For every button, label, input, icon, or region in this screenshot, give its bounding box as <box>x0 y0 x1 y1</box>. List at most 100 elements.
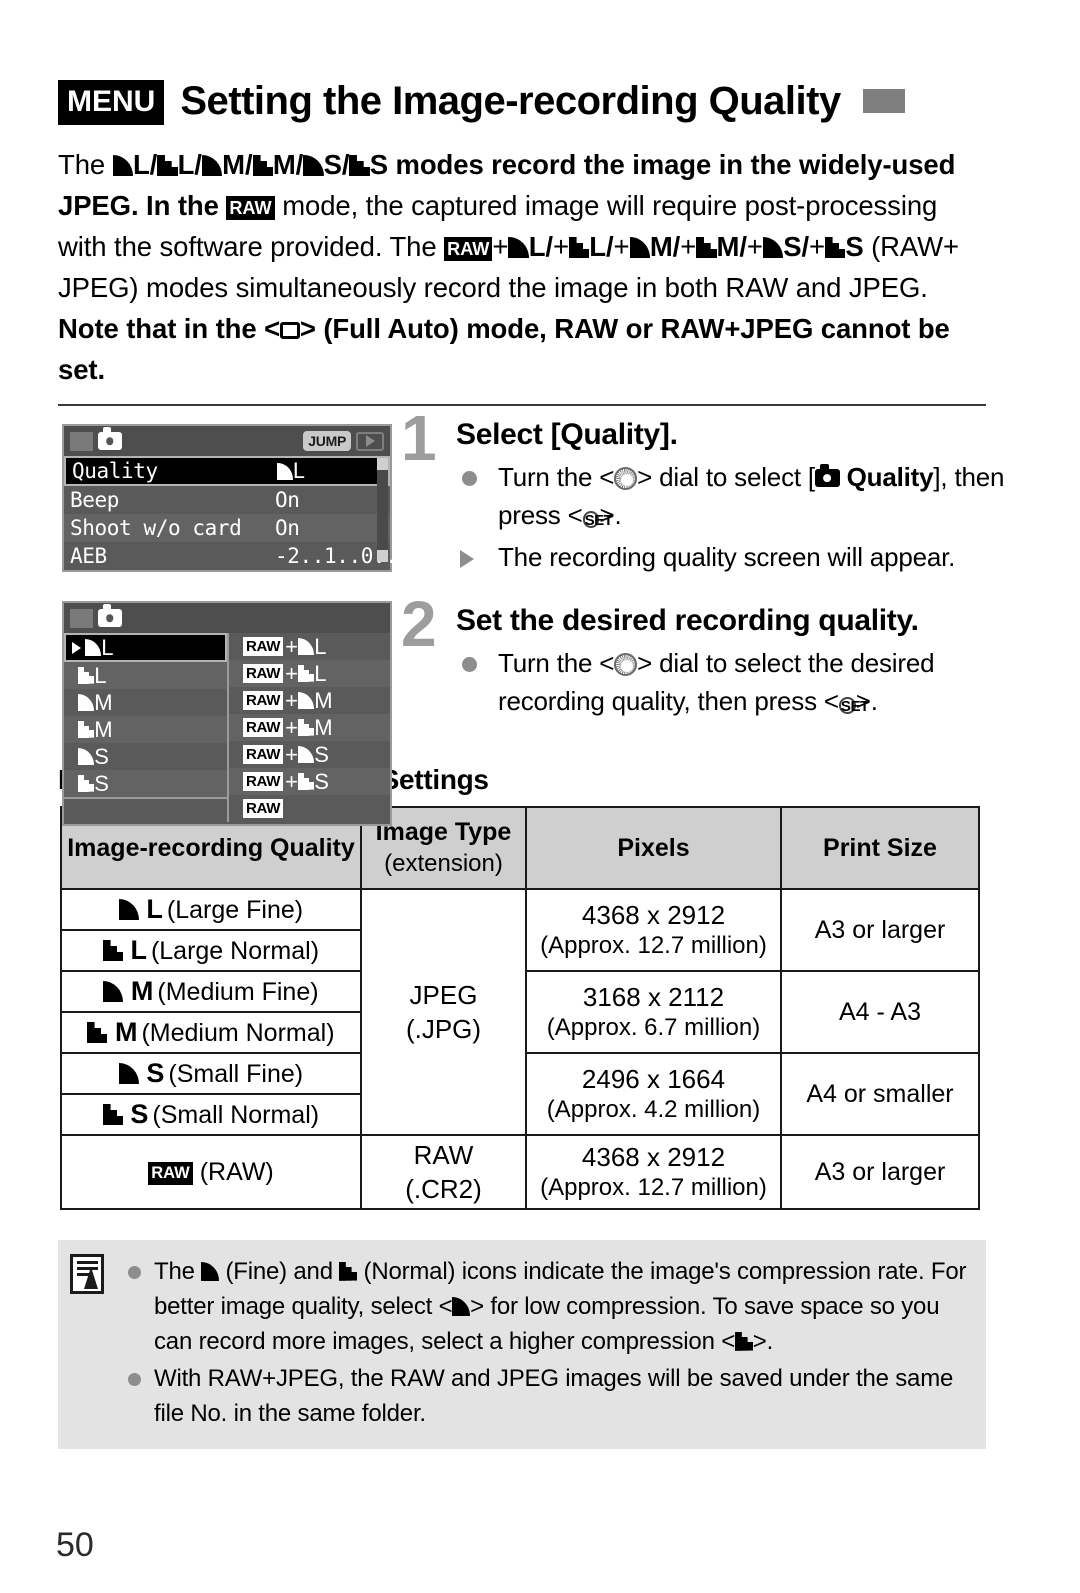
normal-icon <box>78 774 95 793</box>
cell-print-raw: A3 or larger <box>780 1134 980 1210</box>
page-title: Setting the Image-recording Quality <box>180 78 841 123</box>
normal-icon <box>78 666 95 685</box>
raw-icon: RAW <box>243 745 284 764</box>
menu-row-beep[interactable]: Beep On <box>64 486 390 514</box>
intro-mf1: M/ <box>649 231 681 262</box>
bullet-dot-icon <box>462 657 477 672</box>
camera-icon <box>98 427 122 450</box>
th-pixels: Pixels <box>525 806 782 890</box>
intro-bold-a: Note that in the < <box>58 313 281 344</box>
cell-quality-raw: RAW (RAW) <box>60 1134 362 1210</box>
menu-value-shoot-wo-card: On <box>275 516 300 540</box>
quality-option-medium-normal[interactable]: M <box>64 716 227 743</box>
fine-icon <box>78 747 95 766</box>
play-icon[interactable] <box>356 431 384 451</box>
cell-pixels-large: 4368 x 2912 (Approx. 12.7 million) <box>525 888 782 972</box>
note1-a: The <box>154 1258 202 1285</box>
page-number: 50 <box>56 1526 94 1564</box>
tab-placeholder-icon <box>70 608 93 628</box>
menu-row-aeb[interactable]: AEB -2..1..0..1..2+ <box>64 542 459 570</box>
intro-text-d: M/ <box>222 149 253 180</box>
intro-sf1: S/ <box>783 231 809 262</box>
normal-icon <box>696 236 717 259</box>
step-2-heading: Set the desired recording quality. <box>456 604 919 637</box>
quality-option-raw-large-normal[interactable]: RAW + L <box>227 660 390 687</box>
step1-b2-text: The recording quality screen will appear… <box>498 542 956 572</box>
normal-icon <box>824 236 846 259</box>
raw-icon: RAW <box>243 637 284 656</box>
intro-paragraph: The L/L/M/M/S/S modes record the image i… <box>58 144 988 390</box>
menu-row-shoot-wo-card[interactable]: Shoot w/o card On <box>64 514 390 542</box>
th-print-size: Print Size <box>780 806 980 890</box>
fine-icon <box>118 1063 139 1085</box>
fine-icon <box>297 691 315 710</box>
quality-option-large-normal[interactable]: L <box>64 662 227 689</box>
scrollbar-thumb-top <box>377 458 388 470</box>
cell-quality-medium-fine: M (Medium Fine) <box>60 970 362 1013</box>
raw-icon: RAW <box>444 236 493 261</box>
raw-icon: RAW <box>243 718 284 737</box>
set-button-icon: SET <box>838 696 869 715</box>
quality-option-raw-large-fine[interactable]: RAW + L <box>227 633 390 660</box>
intro-sf2: S <box>845 231 864 262</box>
fine-icon <box>629 236 650 259</box>
cell-pixels-raw: 4368 x 2912 (Approx. 12.7 million) <box>525 1134 782 1210</box>
step1-b1-c: Quality <box>846 462 934 492</box>
fine-icon <box>508 236 529 259</box>
cell-quality-large-fine: L (Large Fine) <box>60 888 362 931</box>
quality-column-jpeg: L L M M S S <box>64 633 227 824</box>
cell-quality-small-fine: S (Small Fine) <box>60 1052 362 1095</box>
normal-icon <box>102 940 123 962</box>
quality-option-medium-fine[interactable]: M <box>64 689 227 716</box>
fine-icon <box>85 638 102 657</box>
normal-icon <box>349 154 370 177</box>
intro-text-b: L/ <box>132 149 158 180</box>
menu-label-beep: Beep <box>70 488 119 512</box>
bullet-dot-icon <box>462 471 477 486</box>
lcd-scrollbar[interactable] <box>377 458 388 562</box>
step1-b1-e: >. <box>599 500 622 530</box>
note1-b: (Fine) and <box>218 1258 340 1285</box>
quality-options-body: L L M M S S RAW + L RAW + L RAW + M RAW + M RAW +… <box>64 633 390 824</box>
step-2: 2 Set the desired recording quality. Tur… <box>401 592 1020 720</box>
quality-option-raw-medium-normal[interactable]: RAW + M <box>227 714 390 741</box>
menu-row-quality[interactable]: Quality L <box>64 456 390 486</box>
quality-option-raw-medium-fine[interactable]: RAW + M <box>227 687 390 714</box>
dial-icon <box>614 653 638 677</box>
normal-icon <box>78 720 95 739</box>
step-1-number: 1 <box>401 402 437 474</box>
menu-label-aeb: AEB <box>70 544 107 568</box>
cell-print-large: A3 or larger <box>780 888 980 972</box>
quality-option-raw-small-normal[interactable]: RAW + S <box>227 768 390 795</box>
fine-icon <box>118 899 139 921</box>
quality-option-raw-small-fine[interactable]: RAW + S <box>227 741 390 768</box>
cell-print-medium: A4 - A3 <box>780 970 980 1054</box>
intro-plus-3: + <box>613 231 630 262</box>
step-2-number: 2 <box>401 588 437 660</box>
table-row: L (Large Fine) JPEG (.JPG) 4368 x 2912 (App… <box>60 888 980 1136</box>
intro-lf2: L/ <box>589 231 614 262</box>
normal-icon <box>339 1262 358 1281</box>
quality-option-large-fine[interactable]: L <box>64 633 227 662</box>
raw-icon: RAW <box>243 664 284 683</box>
normal-icon <box>297 664 315 683</box>
intro-plus-5: + <box>746 231 763 262</box>
note-item-1: The (Fine) and (Normal) icons indicate t… <box>126 1254 970 1359</box>
intro-text-f: S/ <box>323 149 350 180</box>
fine-icon <box>103 981 124 1003</box>
quality-option-raw-only[interactable]: RAW <box>227 795 390 822</box>
fine-icon <box>297 745 315 764</box>
quality-option-small-normal[interactable]: S <box>64 770 227 797</box>
table-row: RAW (RAW) RAW (.CR2) 4368 x 2912 (Approx. … <box>60 1134 980 1210</box>
result-arrow-icon <box>460 550 474 568</box>
quality-option-small-fine[interactable]: S <box>64 743 227 770</box>
jump-button[interactable]: JUMP <box>303 431 351 451</box>
menu-label-shoot-wo-card: Shoot w/o card <box>70 516 242 540</box>
intro-plus-6: + <box>809 231 825 262</box>
cell-quality-small-normal: S (Small Normal) <box>60 1093 362 1136</box>
intro-text-e: M/ <box>272 149 304 180</box>
bullet-dot-icon <box>128 1373 141 1386</box>
note1-e: >. <box>752 1328 774 1355</box>
camera-icon <box>98 604 122 627</box>
manual-page: MENU Setting the Image-recording Quality… <box>0 72 1080 1593</box>
